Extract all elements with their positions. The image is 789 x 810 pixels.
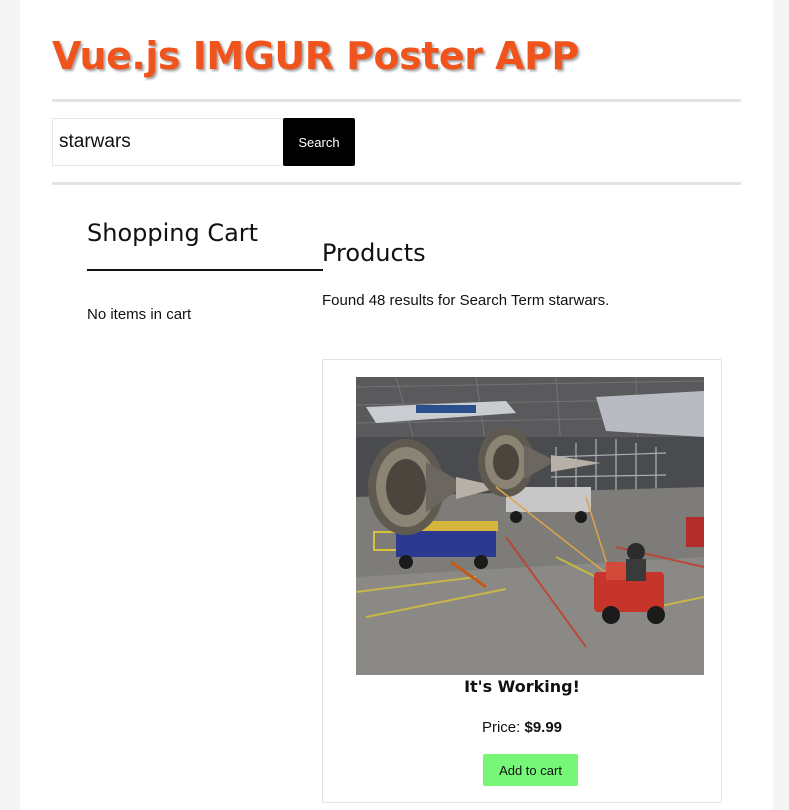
- header-divider: [52, 99, 741, 102]
- products-title: Products: [322, 239, 426, 267]
- cart-title-underline: [87, 269, 323, 271]
- price-label: Price:: [481, 719, 525, 736]
- price-value: $9.99: [524, 719, 563, 736]
- cart-title: Shopping Cart: [87, 219, 259, 247]
- add-to-cart-button[interactable]: Add to cart: [483, 754, 578, 786]
- cart-empty-message: No items in cart: [87, 306, 192, 323]
- product-image: [356, 377, 704, 675]
- product-card: It's Working! Price: $9.99 Add to cart: [322, 359, 722, 803]
- page-container: Vue.js IMGUR Poster APP Search Shopping …: [20, 0, 773, 810]
- search-results-count: Found 48 results for Search Term starwar…: [322, 292, 610, 309]
- search-input[interactable]: [52, 118, 283, 166]
- app-title: Vue.js IMGUR Poster APP: [52, 34, 579, 78]
- product-price: Price: $9.99: [323, 719, 721, 736]
- product-name: It's Working!: [464, 677, 580, 696]
- search-button[interactable]: Search: [283, 118, 355, 166]
- search-divider: [52, 182, 741, 185]
